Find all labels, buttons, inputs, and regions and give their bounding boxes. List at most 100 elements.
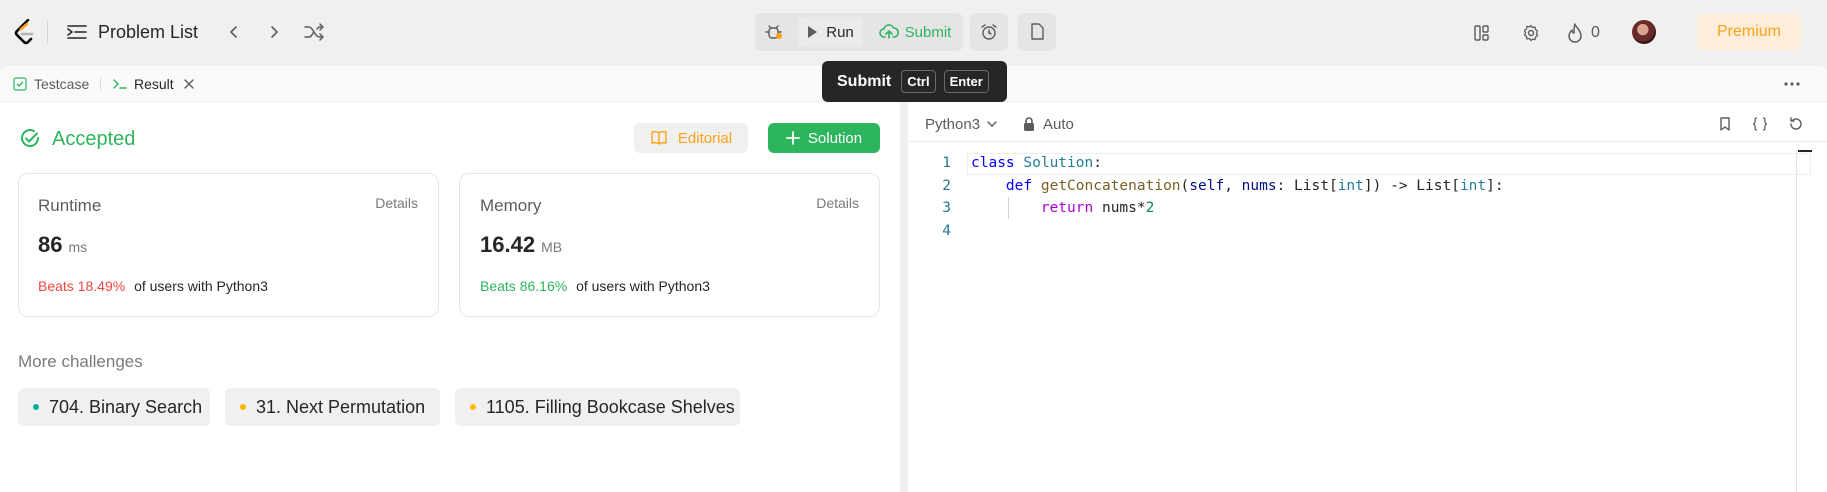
more-options-button[interactable]	[1780, 76, 1804, 92]
play-icon	[808, 26, 818, 38]
submit-tooltip: Submit Ctrl Enter	[822, 61, 1007, 102]
line-number: 3	[942, 200, 951, 216]
flame-icon	[1568, 23, 1582, 43]
code-token: nums*	[1093, 200, 1146, 216]
difficulty-dot	[240, 404, 246, 410]
code-line-3[interactable]: return nums*2	[971, 200, 1155, 216]
code-token: int	[1459, 178, 1487, 194]
code-tab-bar	[908, 66, 1827, 102]
code-line-1[interactable]: class Solution:	[971, 155, 1102, 171]
random-problem-button[interactable]	[300, 20, 328, 44]
notes-button[interactable]	[1018, 13, 1056, 51]
line-number: 1	[942, 155, 951, 171]
bookmark-icon	[1720, 117, 1730, 131]
prev-problem-button[interactable]	[222, 20, 246, 44]
bug-icon	[765, 25, 782, 39]
code-line-2[interactable]: def getConcatenation(self, nums: List[in…	[971, 178, 1504, 194]
reset-code-button[interactable]	[1784, 113, 1808, 135]
code-panel: Python3 Auto	[908, 66, 1827, 492]
chevron-left-icon	[229, 26, 237, 38]
ellipsis-icon	[1784, 82, 1800, 86]
debug-button[interactable]	[758, 17, 790, 47]
solution-label: Solution	[807, 129, 863, 147]
minimap-marker	[1798, 150, 1812, 152]
submit-label: Submit	[904, 23, 952, 41]
memory-details-link[interactable]: Details	[816, 195, 859, 211]
challenge-label: 31. Next Permutation	[256, 396, 426, 417]
run-label: Run	[826, 23, 854, 41]
settings-button[interactable]	[1518, 20, 1544, 46]
editorial-label: Editorial	[677, 129, 733, 147]
problem-list-label: Problem List	[98, 21, 199, 42]
lock-icon	[1024, 117, 1034, 131]
memory-beats-row: Beats 86.16% of users with Python3	[480, 278, 710, 294]
reset-icon	[1790, 117, 1802, 130]
bookmark-button[interactable]	[1714, 113, 1736, 135]
tab-testcase[interactable]: Testcase	[12, 74, 89, 94]
chevron-down-icon	[987, 121, 997, 127]
code-token: getConcatenation	[1040, 178, 1181, 194]
tab-divider	[100, 77, 101, 91]
status-text: Accepted	[52, 127, 136, 150]
tab-testcase-label: Testcase	[34, 76, 90, 92]
code-token: return	[1040, 200, 1094, 216]
submit-button[interactable]: Submit	[870, 17, 960, 47]
layout-button[interactable]	[1468, 20, 1496, 46]
code-token: :	[1093, 155, 1102, 171]
runtime-beats-row: Beats 18.49% of users with Python3	[38, 278, 268, 294]
scrollbar-track[interactable]	[1796, 150, 1797, 492]
code-token: def	[1005, 178, 1033, 194]
memory-value-row: 16.42 MB	[480, 232, 562, 258]
memory-beats: Beats 86.16%	[480, 278, 568, 294]
streak-counter[interactable]: 0	[1566, 19, 1600, 47]
memory-card[interactable]: Memory Details 16.42 MB Beats 86.16% of …	[459, 173, 880, 317]
book-icon	[651, 131, 667, 145]
challenge-label: 1105. Filling Bookcase Shelves	[486, 396, 735, 417]
challenge-chip-31[interactable]: 31. Next Permutation	[225, 388, 440, 426]
runtime-card[interactable]: Runtime Details 86 ms Beats 18.49% of us…	[18, 173, 439, 317]
premium-button[interactable]: Premium	[1697, 14, 1801, 50]
divider	[47, 21, 48, 43]
runtime-beats-suffix: of users with Python3	[134, 278, 268, 294]
tab-result[interactable]: Result	[112, 74, 196, 94]
status-row: Accepted	[18, 126, 135, 152]
solution-button[interactable]: Solution	[768, 123, 880, 153]
runtime-beats: Beats 18.49%	[38, 278, 126, 294]
tooltip-title: Submit	[837, 72, 892, 90]
autocomplete-mode[interactable]: Auto	[1022, 113, 1074, 135]
language-select[interactable]: Python3	[925, 113, 998, 135]
editorial-button[interactable]: Editorial	[634, 123, 748, 153]
challenge-chip-704[interactable]: 704. Binary Search	[18, 388, 210, 426]
tab-result-label: Result	[134, 76, 174, 92]
note-icon	[1031, 23, 1044, 40]
code-token: int	[1337, 178, 1364, 194]
run-button[interactable]: Run	[798, 17, 862, 47]
memory-beats-suffix: of users with Python3	[576, 278, 710, 294]
runtime-value: 86	[38, 232, 63, 257]
avatar[interactable]	[1632, 20, 1656, 44]
problem-list-button[interactable]: Problem List	[66, 18, 198, 46]
premium-label: Premium	[1716, 23, 1781, 40]
close-icon[interactable]	[182, 77, 196, 91]
challenge-chip-1105[interactable]: 1105. Filling Bookcase Shelves	[455, 388, 740, 426]
code-token: 2	[1145, 200, 1155, 216]
code-token: Solution	[1023, 155, 1094, 171]
leetcode-logo[interactable]	[12, 18, 38, 46]
tooltip-key-enter: Enter	[943, 70, 989, 93]
format-code-button[interactable]	[1748, 113, 1772, 135]
gear-icon	[1523, 24, 1539, 42]
streak-count: 0	[1591, 24, 1600, 41]
memory-value: 16.42	[480, 232, 536, 257]
language-label: Python3	[925, 115, 981, 133]
next-problem-button[interactable]	[262, 20, 286, 44]
terminal-icon	[113, 79, 127, 89]
mode-label: Auto	[1043, 115, 1074, 133]
runtime-title: Runtime	[38, 196, 102, 215]
braces-icon	[1752, 117, 1768, 131]
code-token: self	[1189, 178, 1225, 194]
timer-button[interactable]	[970, 13, 1008, 51]
runtime-details-link[interactable]: Details	[375, 195, 418, 211]
code-token: ,	[1224, 178, 1242, 194]
code-token: : List[	[1276, 178, 1338, 194]
cloud-upload-icon	[878, 24, 899, 39]
